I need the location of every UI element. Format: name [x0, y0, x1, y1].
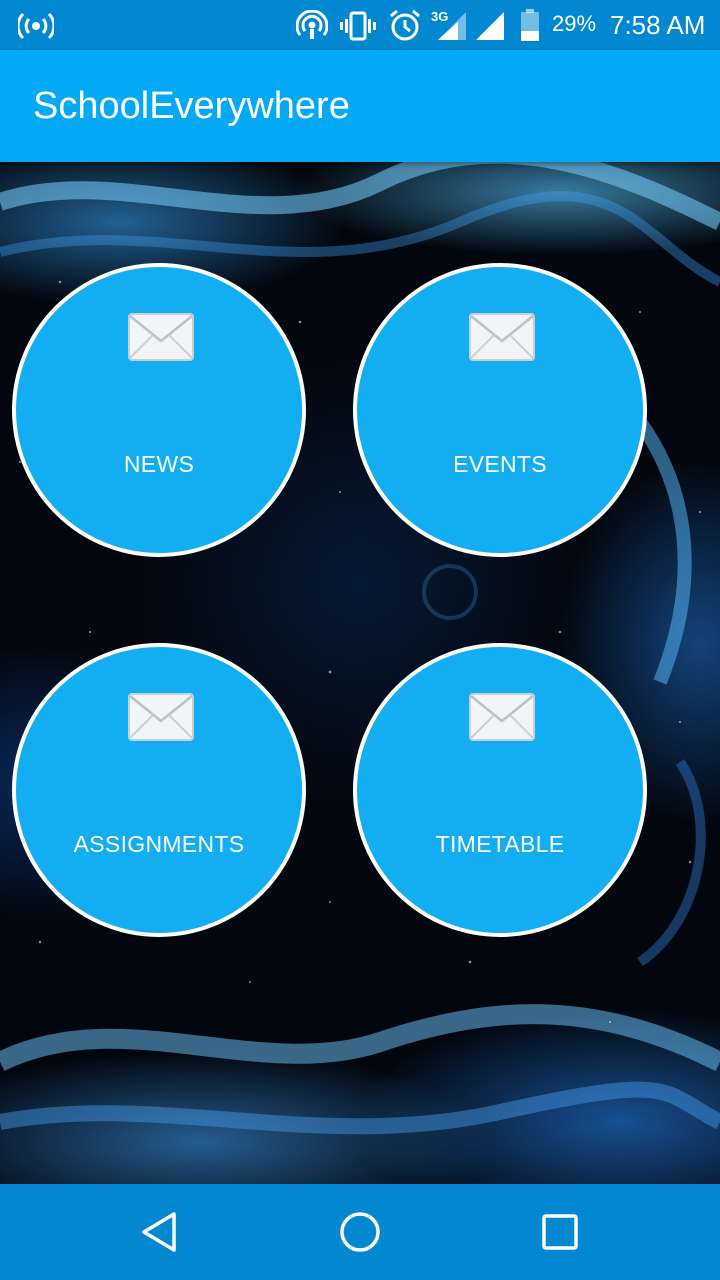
events-button[interactable]: EVENTS [353, 263, 647, 557]
events-label: EVENTS [453, 451, 547, 477]
vibrate-icon [340, 11, 376, 41]
status-time: 7:58 AM [610, 10, 706, 40]
battery-icon [521, 9, 539, 41]
signal-icon [476, 12, 504, 40]
cast-icon [296, 10, 328, 39]
screen: 3G 29% 7:58 AM SchoolEverywhere NEWS EVE… [0, 0, 720, 1280]
assignments-label: ASSIGNMENTS [73, 831, 245, 857]
news-button[interactable]: NEWS [12, 263, 306, 557]
home-icon[interactable] [336, 1208, 384, 1256]
navigation-bar [0, 1184, 720, 1280]
mail-icon [469, 693, 535, 741]
back-icon[interactable] [136, 1208, 184, 1256]
battery-percent: 29% [552, 11, 597, 36]
mail-icon [128, 313, 194, 361]
app-title: SchoolEverywhere [33, 85, 350, 127]
timetable-button[interactable]: TIMETABLE [353, 643, 647, 937]
alarm-icon [390, 9, 420, 41]
timetable-label: TIMETABLE [435, 831, 565, 857]
news-label: NEWS [123, 451, 195, 477]
assignments-button[interactable]: ASSIGNMENTS [12, 643, 306, 937]
mail-icon [469, 313, 535, 361]
hotspot-icon [18, 12, 54, 40]
mail-icon [128, 693, 194, 741]
recents-icon[interactable] [536, 1208, 584, 1256]
signal-3g-icon [438, 12, 466, 40]
status-bar: 3G 29% 7:58 AM [0, 0, 720, 50]
app-bar: SchoolEverywhere [0, 50, 720, 162]
